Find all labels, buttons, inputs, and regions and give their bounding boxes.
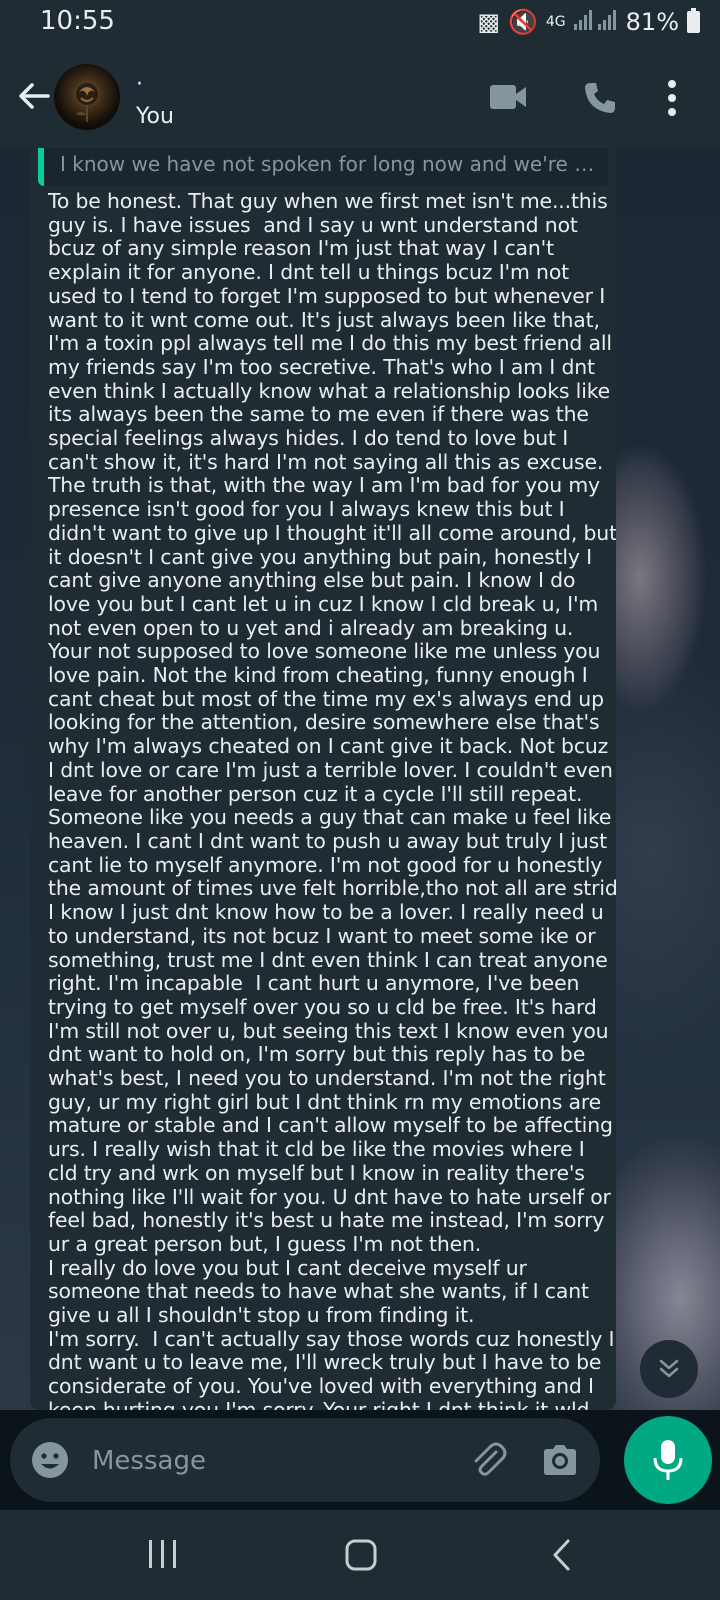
quote-accent-bar [38,148,44,186]
recent-apps-icon[interactable] [146,1538,180,1570]
double-chevron-down-icon [659,1359,679,1378]
video-call-icon[interactable] [488,82,528,112]
contact-avatar[interactable] [54,64,120,130]
scroll-to-bottom-button[interactable] [640,1340,698,1398]
signal-icon [573,8,618,36]
system-nav-bar [0,1510,720,1600]
message-bubble[interactable]: I know we have not spoken for long now a… [30,148,616,1410]
emoji-icon[interactable] [30,1440,70,1480]
message-input[interactable] [90,1436,434,1486]
message-text: To be honest. That guy when we first met… [48,189,616,1410]
arrow-left-icon[interactable] [14,76,54,116]
mute-icon: 🔇 [508,8,538,36]
chat-header: · You [0,48,720,148]
network-type: 4G [545,14,566,30]
status-bar: 10:55 ▩ 🔇 4G 81% [0,0,720,48]
microphone-icon [653,1440,683,1480]
phone-icon[interactable] [582,80,618,116]
notification-icon: ▩ [477,8,500,36]
nav-back-icon[interactable] [550,1538,572,1572]
more-vertical-icon[interactable] [665,78,679,118]
home-icon[interactable] [344,1538,378,1572]
status-time: 10:55 [40,6,115,36]
camera-icon[interactable] [540,1440,580,1480]
voice-message-button[interactable] [624,1416,712,1504]
compose-bar [10,1418,600,1502]
status-icons: ▩ 🔇 4G 81% [477,8,700,36]
contact-subtitle[interactable]: You [136,104,174,129]
battery-icon [687,8,700,33]
rose-icon [76,83,98,122]
quoted-text: I know we have not spoken for long now a… [60,152,600,176]
paperclip-icon[interactable] [466,1438,510,1482]
quoted-message[interactable]: I know we have not spoken for long now a… [38,148,608,186]
battery-level: 81% [625,8,679,36]
contact-name[interactable]: · [136,72,143,97]
